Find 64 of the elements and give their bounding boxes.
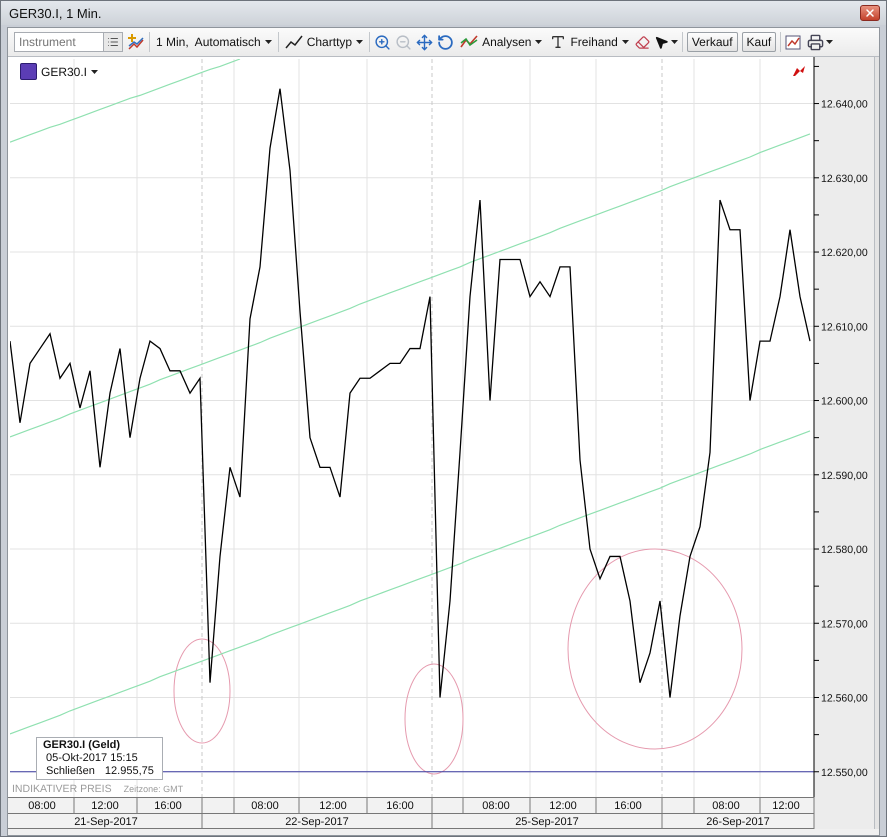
list-button[interactable] <box>103 32 123 52</box>
flag-icon <box>792 65 806 77</box>
price-axis-label: 12.570,00 <box>821 618 868 630</box>
pointer-icon[interactable] <box>654 34 678 50</box>
caret-icon <box>264 40 272 44</box>
chart-type-menu[interactable]: Charttyp <box>282 35 366 49</box>
analyses-menu[interactable]: Analysen <box>458 35 544 49</box>
price-axis-label: 12.560,00 <box>821 692 868 704</box>
zoom-in-icon[interactable] <box>374 34 392 50</box>
analysis-icon <box>460 35 478 49</box>
close-icon <box>864 7 876 19</box>
time-label: 08:00 <box>28 800 56 812</box>
price-note: INDIKATIVER PREIS <box>12 784 112 795</box>
price-axis-label: 12.590,00 <box>821 470 868 482</box>
line-chart-icon <box>284 35 303 49</box>
timezone-label: Zeitzone: GMT <box>124 784 184 795</box>
time-label: 08:00 <box>482 800 510 812</box>
date-label: 25-Sep-2017 <box>515 816 579 828</box>
freehand-menu[interactable]: Freihand <box>548 34 631 50</box>
close-button[interactable] <box>860 5 880 21</box>
time-label: 16:00 <box>154 800 182 812</box>
chart-settings-icon[interactable] <box>785 33 804 51</box>
add-indicator-icon[interactable] <box>127 33 145 51</box>
date-label: 22-Sep-2017 <box>285 816 349 828</box>
caret-icon <box>356 40 364 44</box>
price-axis-label: 12.550,00 <box>821 766 868 779</box>
eraser-icon[interactable] <box>634 34 650 50</box>
cfd-icon <box>20 63 37 80</box>
symbol-label[interactable]: GER30.I <box>41 64 88 78</box>
scrollbar[interactable] <box>874 57 879 829</box>
time-label: 08:00 <box>251 800 279 812</box>
close-value: 12.955,75 <box>104 765 154 778</box>
time-label: 16:00 <box>614 800 642 812</box>
time-label: 12:00 <box>549 800 577 812</box>
move-icon[interactable] <box>416 34 434 50</box>
info-datetime: 05-Okt-2017 15:15 <box>46 752 138 765</box>
time-label: 12:00 <box>319 800 347 812</box>
price-axis-label: 12.640,00 <box>821 98 868 111</box>
close-label: Schließen <box>46 765 95 778</box>
window-title: GER30.I, 1 Min. <box>9 6 102 20</box>
print-icon[interactable] <box>807 34 834 50</box>
caret-icon <box>535 40 542 44</box>
price-axis-label: 12.620,00 <box>821 247 868 260</box>
interval-menu[interactable]: 1 Min, Automatisch <box>154 35 274 49</box>
info-title: GER30.I (Geld) <box>43 739 122 752</box>
time-label: 12:00 <box>772 800 800 812</box>
sell-button[interactable]: Verkauf <box>686 32 738 52</box>
time-label: 12:00 <box>91 800 119 812</box>
text-icon <box>550 34 566 50</box>
caret-icon <box>91 70 98 74</box>
caret-icon <box>622 40 629 44</box>
price-axis-label: 12.600,00 <box>821 396 868 408</box>
time-label: 16:00 <box>386 800 414 812</box>
date-label: 21-Sep-2017 <box>74 816 138 828</box>
caret-icon <box>826 40 834 44</box>
price-axis-label: 12.610,00 <box>821 321 868 334</box>
price-axis-label: 12.630,00 <box>821 172 868 185</box>
undo-icon[interactable] <box>437 34 454 50</box>
buy-button[interactable]: Kauf <box>742 32 776 52</box>
caret-icon <box>670 40 678 44</box>
instrument-field[interactable]: Instrument <box>14 32 103 52</box>
date-label: 26-Sep-2017 <box>706 816 770 828</box>
price-axis-label: 12.580,00 <box>821 544 868 556</box>
time-label: 08:00 <box>712 800 740 812</box>
